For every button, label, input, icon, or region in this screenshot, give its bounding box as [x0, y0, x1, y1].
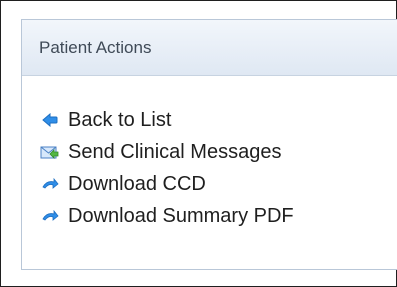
back-to-list-action[interactable]: Back to List: [40, 104, 294, 136]
download-ccd-action[interactable]: Download CCD: [40, 168, 294, 200]
back-to-list-label: Back to List: [68, 109, 172, 131]
message-envelope-icon: [40, 142, 60, 162]
send-clinical-messages-label: Send Clinical Messages: [68, 141, 282, 163]
panel-header: Patient Actions: [22, 20, 397, 76]
download-summary-pdf-label: Download Summary PDF: [68, 205, 294, 227]
outer-frame: Patient Actions Back to List Send Clinic…: [0, 0, 397, 287]
download-arc-icon: [40, 174, 60, 194]
panel-title: Patient Actions: [39, 37, 152, 57]
download-ccd-label: Download CCD: [68, 173, 206, 195]
back-arrow-icon: [40, 110, 60, 130]
download-arc-icon: [40, 206, 60, 226]
send-clinical-messages-action[interactable]: Send Clinical Messages: [40, 136, 294, 168]
actions-list: Back to List Send Clinical Messages Down…: [40, 104, 294, 232]
download-summary-pdf-action[interactable]: Download Summary PDF: [40, 200, 294, 232]
patient-actions-panel: Patient Actions Back to List Send Clinic…: [21, 19, 397, 270]
